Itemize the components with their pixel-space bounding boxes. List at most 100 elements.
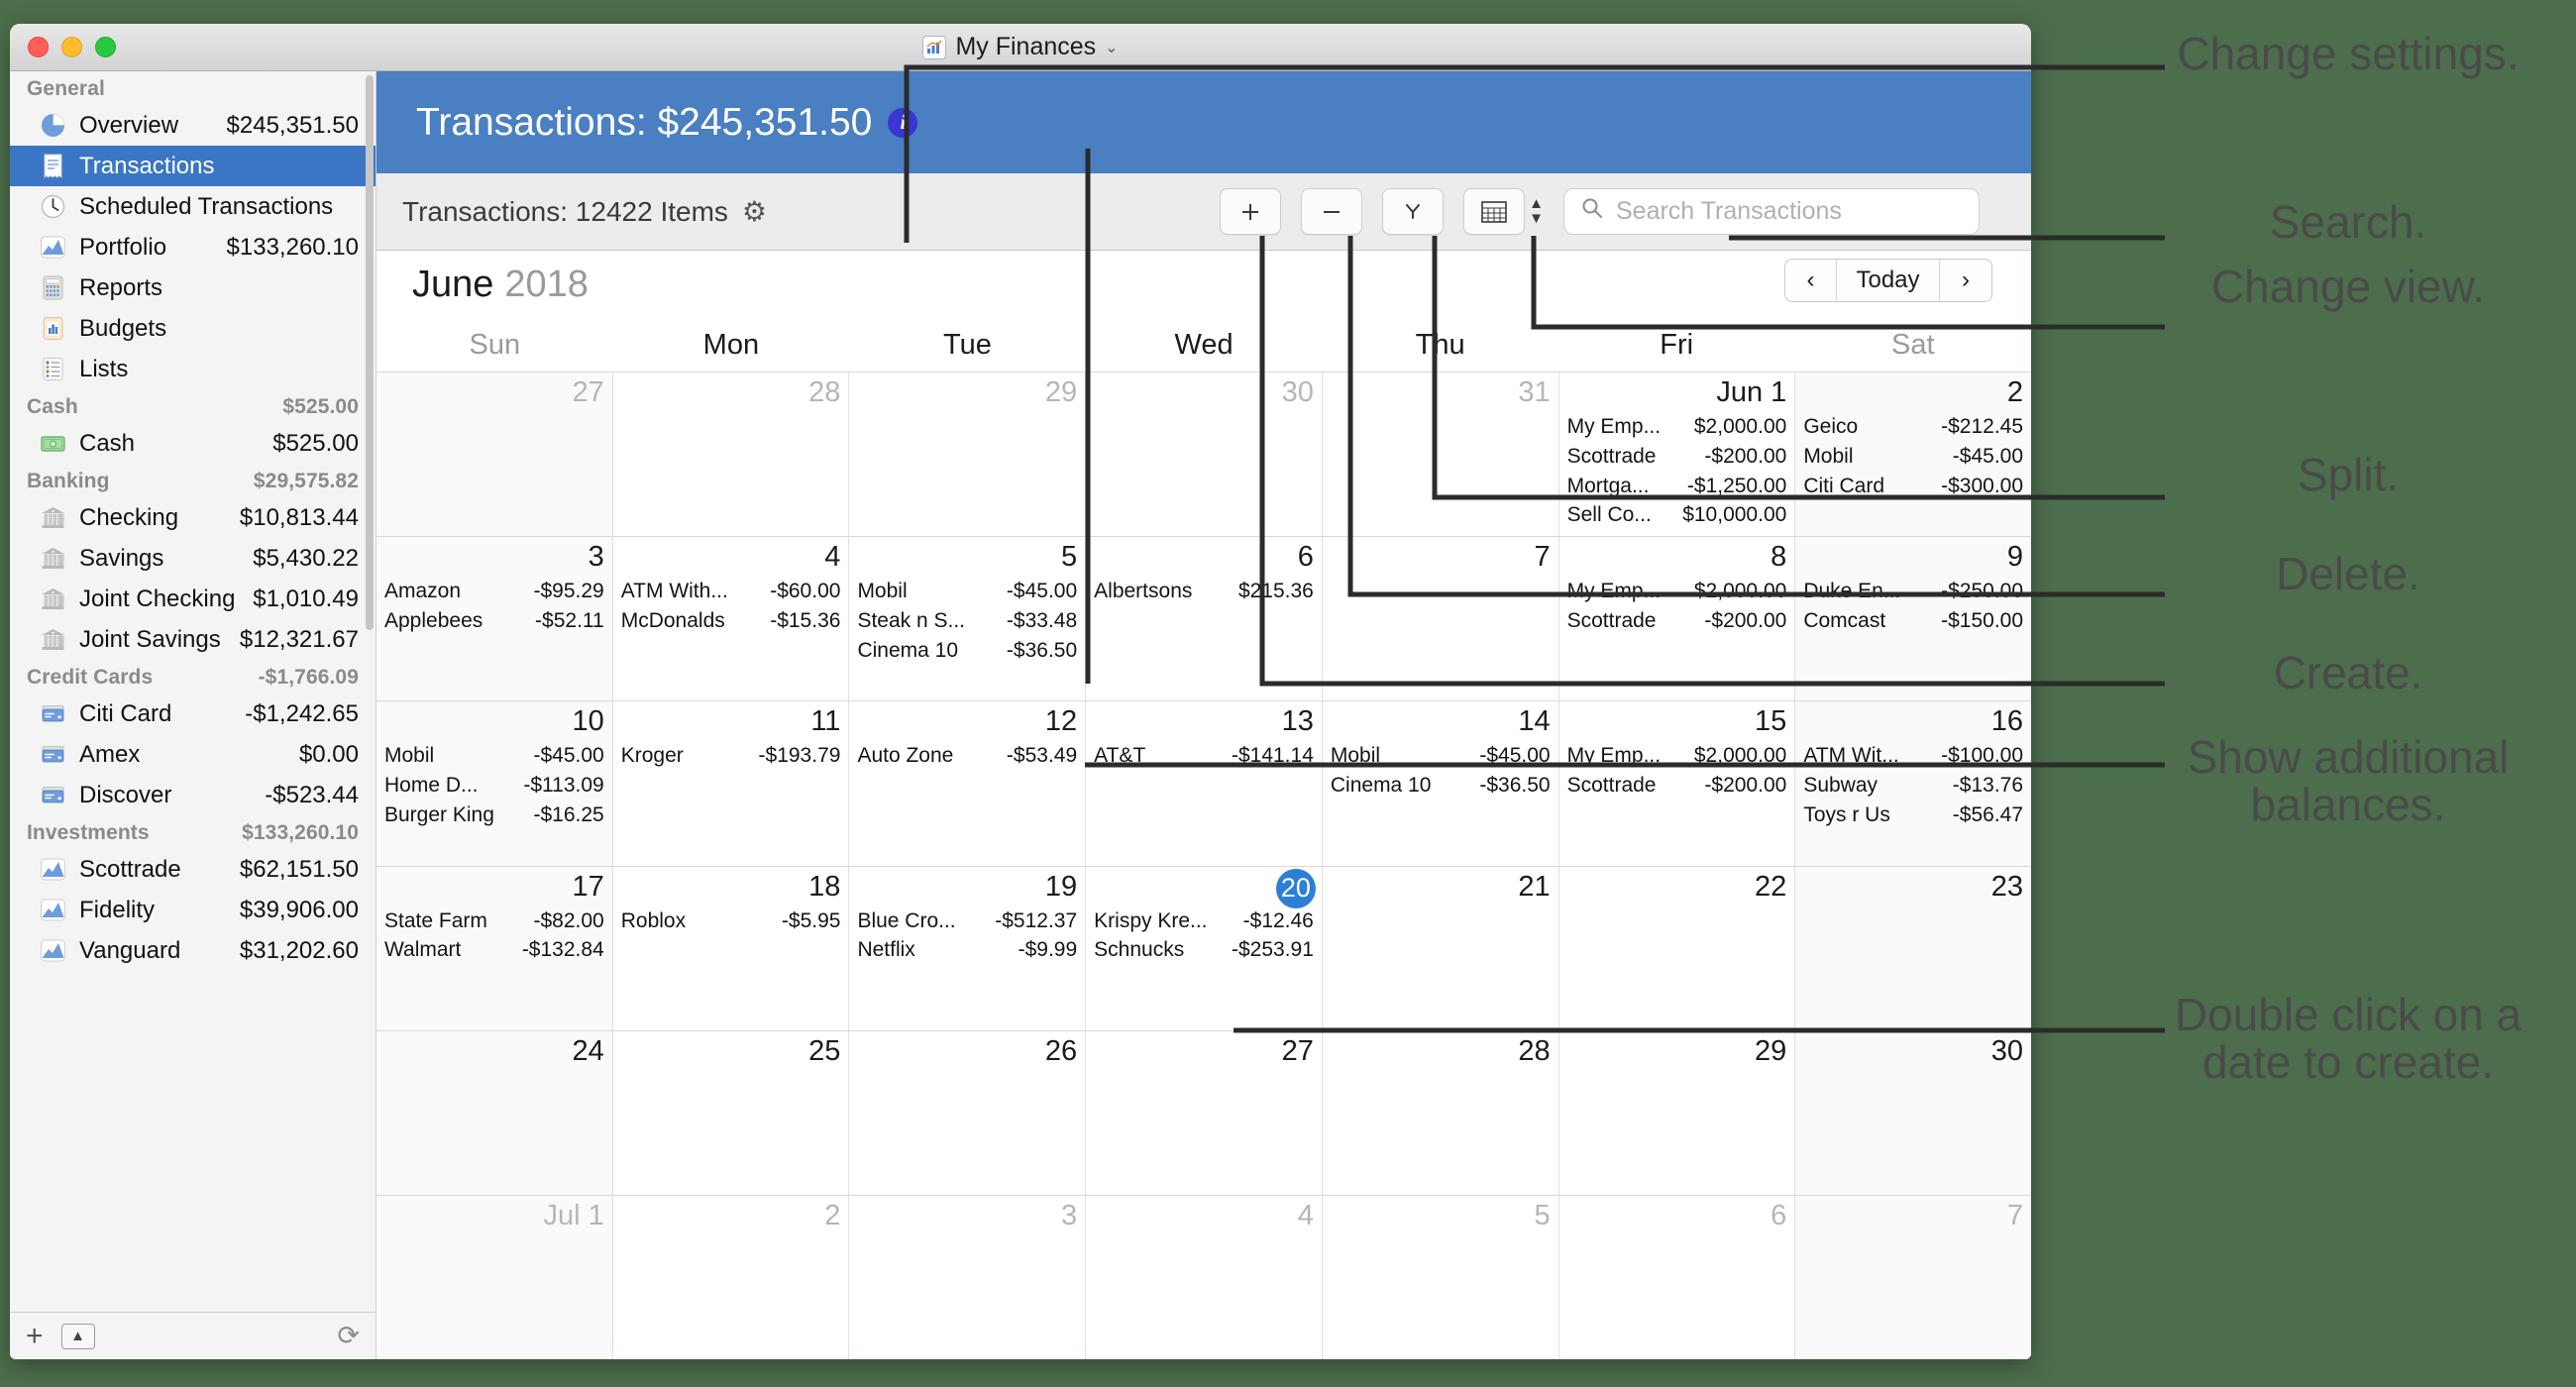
calendar-day-cell[interactable]: 9 Duke En... -$250.00 Comcast -$150.00 — [1795, 537, 2031, 701]
transaction-row[interactable]: Scottrade -$200.00 — [1567, 606, 1787, 636]
sidebar-item-scheduled-transactions[interactable]: Scheduled Transactions — [10, 186, 376, 227]
transaction-row[interactable]: Sell Co... $10,000.00 — [1567, 500, 1787, 530]
calendar-day-cell[interactable]: 26 — [849, 1030, 1087, 1195]
transaction-row[interactable]: Kroger -$193.79 — [621, 741, 841, 771]
transaction-row[interactable]: Albertsons $215.36 — [1094, 577, 1314, 606]
transaction-row[interactable]: Walmart -$132.84 — [384, 935, 604, 965]
transaction-row[interactable]: Steak n S... -$33.48 — [857, 606, 1077, 636]
transaction-row[interactable]: Mortga... -$1,250.00 — [1567, 472, 1787, 501]
calendar-day-cell[interactable]: 6 Albertsons $215.36 — [1086, 537, 1323, 701]
transaction-row[interactable]: Applebees -$52.11 — [384, 606, 604, 636]
transaction-row[interactable]: Amazon -$95.29 — [384, 577, 604, 606]
calendar-day-cell[interactable]: 25 — [612, 1030, 850, 1195]
sidebar-item-reports[interactable]: Reports — [10, 267, 376, 308]
calendar-day-cell[interactable]: 15 My Emp... $2,000.00 Scottrade -$200.00 — [1558, 701, 1796, 866]
transaction-row[interactable]: ATM Wit... -$100.00 — [1803, 741, 2023, 771]
sidebar-item-cash[interactable]: Cash $525.00 — [10, 423, 376, 464]
calendar-day-cell[interactable]: 14 Mobil -$45.00 Cinema 10 -$36.50 — [1322, 701, 1559, 866]
transaction-row[interactable]: My Emp... $2,000.00 — [1567, 412, 1787, 442]
search-input[interactable]: Search Transactions — [1563, 188, 1980, 235]
sidebar-item-savings[interactable]: Savings $5,430.22 — [10, 538, 376, 579]
calendar-day-cell[interactable]: 27 — [1086, 1030, 1323, 1195]
transaction-row[interactable]: Scottrade -$200.00 — [1567, 442, 1787, 472]
calendar-day-cell[interactable]: 22 — [1558, 866, 1796, 1030]
calendar-day-cell[interactable]: 2 — [612, 1195, 850, 1359]
calendar-day-cell[interactable]: 7 — [1795, 1195, 2031, 1359]
view-selector-group[interactable]: ▲ ▼ — [1463, 188, 1544, 235]
sidebar-scrollbar[interactable] — [366, 75, 374, 630]
view-stepper[interactable]: ▲ ▼ — [1529, 196, 1544, 226]
calendar-day-cell[interactable]: 5 — [1322, 1195, 1559, 1359]
transaction-row[interactable]: Geico -$212.45 — [1803, 412, 2023, 442]
chevron-up-box-icon[interactable]: ▲ — [60, 1323, 95, 1349]
transaction-row[interactable]: Roblox -$5.95 — [621, 907, 841, 936]
delete-transaction-button[interactable] — [1301, 188, 1363, 235]
sidebar-item-vanguard[interactable]: Vanguard $31,202.60 — [10, 930, 376, 971]
stepper-down-icon[interactable]: ▼ — [1529, 210, 1544, 226]
document-title-group[interactable]: My Finances ⌄ — [10, 24, 2031, 70]
calendar-day-cell[interactable]: 13 AT&T -$141.14 — [1086, 701, 1323, 866]
transaction-row[interactable]: AT&T -$141.14 — [1094, 741, 1314, 771]
calendar-day-cell[interactable]: 18 Roblox -$5.95 — [612, 866, 850, 1030]
sidebar-item-budgets[interactable]: Budgets — [10, 308, 376, 349]
gear-icon[interactable]: ⚙ — [742, 197, 767, 226]
sidebar-item-fidelity[interactable]: Fidelity $39,906.00 — [10, 890, 376, 930]
calendar-day-cell[interactable]: 28 — [1322, 1030, 1559, 1195]
transaction-row[interactable]: Mobil -$45.00 — [384, 741, 604, 771]
add-transaction-button[interactable] — [1220, 188, 1282, 235]
calendar-day-cell[interactable]: 6 — [1558, 1195, 1796, 1359]
calendar-day-cell[interactable]: 4 ATM With... -$60.00 McDonalds -$15.36 — [612, 537, 850, 701]
calendar-day-cell[interactable]: 3 — [849, 1195, 1087, 1359]
refresh-icon[interactable]: ⟳ — [337, 1321, 360, 1351]
transaction-row[interactable]: Blue Cro... -$512.37 — [857, 907, 1077, 936]
calendar-day-cell[interactable]: 30 — [1086, 373, 1323, 537]
calendar-day-cell[interactable]: 8 My Emp... $2,000.00 Scottrade -$200.00 — [1558, 537, 1796, 701]
calendar-day-cell[interactable]: 28 — [612, 373, 850, 537]
calendar-day-cell[interactable]: 4 — [1086, 1195, 1323, 1359]
calendar-day-cell[interactable]: 29 — [1558, 1030, 1796, 1195]
chevron-down-icon[interactable]: ⌄ — [1105, 38, 1118, 57]
transaction-row[interactable]: ATM With... -$60.00 — [621, 577, 841, 606]
sidebar-scroll-area[interactable]: General Overview $245,351.50 Transactions Sc… — [10, 71, 376, 1312]
transaction-row[interactable]: Scottrade -$200.00 — [1567, 771, 1787, 800]
info-icon[interactable]: i — [888, 107, 918, 138]
transaction-row[interactable]: McDonalds -$15.36 — [621, 606, 841, 636]
calendar-grid-icon[interactable] — [1463, 188, 1526, 235]
sidebar-item-overview[interactable]: Overview $245,351.50 — [10, 105, 376, 146]
sidebar-item-joint-checking[interactable]: Joint Checking $1,010.49 — [10, 579, 376, 619]
calendar-day-cell[interactable]: 10 Mobil -$45.00 Home D... -$113.09 Burger Ki… — [376, 701, 613, 866]
calendar-day-cell[interactable]: 2 Geico -$212.45 Mobil -$45.00 Citi Card -$300… — [1795, 373, 2031, 537]
calendar-day-cell[interactable]: 19 Blue Cro... -$512.37 Netflix -$9.99 — [849, 866, 1087, 1030]
calendar-day-cell[interactable]: 23 — [1795, 866, 2031, 1030]
sidebar-item-discover[interactable]: Discover -$523.44 — [10, 775, 376, 815]
sidebar-item-checking[interactable]: Checking $10,813.44 — [10, 497, 376, 538]
transaction-row[interactable]: Burger King -$16.25 — [384, 800, 604, 830]
calendar-day-cell[interactable]: 20 Krispy Kre... -$12.46 Schnucks -$253.91 — [1086, 866, 1323, 1030]
transaction-row[interactable]: Mobil -$45.00 — [1803, 442, 2023, 472]
calendar-day-cell[interactable]: 21 — [1322, 866, 1559, 1030]
transaction-row[interactable]: Mobil -$45.00 — [857, 577, 1077, 606]
prev-period-button[interactable]: ‹ — [1785, 260, 1837, 301]
calendar-day-cell[interactable]: 3 Amazon -$95.29 Applebees -$52.11 — [376, 537, 613, 701]
transaction-row[interactable]: Schnucks -$253.91 — [1094, 935, 1314, 965]
transaction-row[interactable]: Cinema 10 -$36.50 — [1331, 771, 1551, 800]
calendar-day-cell[interactable]: 12 Auto Zone -$53.49 — [849, 701, 1087, 866]
transaction-row[interactable]: Cinema 10 -$36.50 — [857, 636, 1077, 666]
calendar-day-cell[interactable]: 5 Mobil -$45.00 Steak n S... -$33.48 Cinema 1… — [849, 537, 1087, 701]
calendar-day-cell[interactable]: 16 ATM Wit... -$100.00 Subway -$13.76 Toys r … — [1795, 701, 2031, 866]
split-transaction-button[interactable] — [1382, 188, 1445, 235]
next-period-button[interactable]: › — [1940, 260, 1991, 301]
calendar-day-cell[interactable]: 11 Kroger -$193.79 — [612, 701, 850, 866]
sidebar-item-amex[interactable]: Amex $0.00 — [10, 734, 376, 775]
transaction-row[interactable]: Comcast -$150.00 — [1803, 606, 2023, 636]
plus-icon[interactable]: + — [26, 1321, 44, 1351]
calendar-day-cell[interactable]: Jul 1 — [376, 1195, 613, 1359]
calendar-day-cell[interactable]: 24 — [376, 1030, 613, 1195]
sidebar-item-scottrade[interactable]: Scottrade $62,151.50 — [10, 849, 376, 890]
sidebar-item-joint-savings[interactable]: Joint Savings $12,321.67 — [10, 619, 376, 660]
calendar-day-cell[interactable]: 29 — [849, 373, 1087, 537]
sidebar-item-lists[interactable]: Lists — [10, 349, 376, 389]
today-button[interactable]: Today — [1837, 260, 1940, 301]
calendar-day-cell[interactable]: 30 — [1795, 1030, 2031, 1195]
transaction-row[interactable]: Duke En... -$250.00 — [1803, 577, 2023, 606]
